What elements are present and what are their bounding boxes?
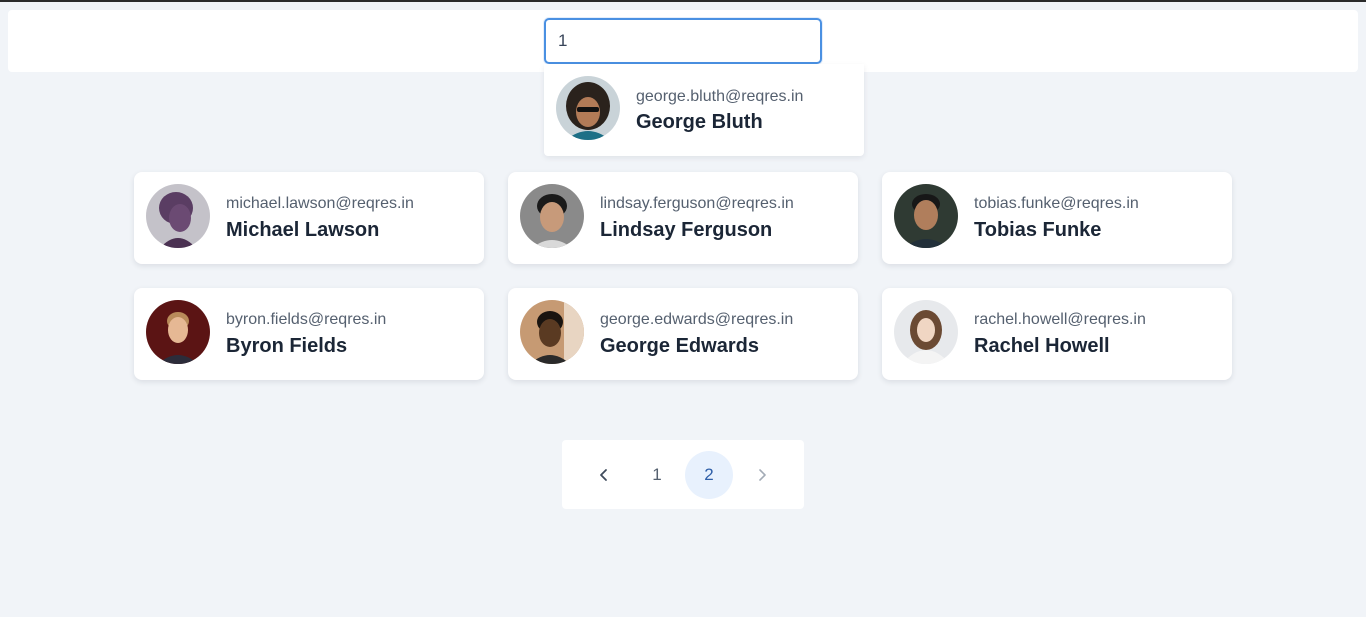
user-card[interactable]: george.edwards@reqres.in George Edwards — [508, 288, 858, 380]
user-email: lindsay.ferguson@reqres.in — [600, 195, 794, 212]
user-email: tobias.funke@reqres.in — [974, 195, 1139, 212]
prev-page-button[interactable] — [580, 451, 628, 499]
avatar — [146, 300, 210, 364]
pagination: 1 2 — [562, 440, 804, 509]
suggestion-email: george.bluth@reqres.in — [636, 88, 804, 105]
user-name: George Edwards — [600, 335, 759, 357]
avatar — [894, 184, 958, 248]
user-card[interactable]: byron.fields@reqres.in Byron Fields — [134, 288, 484, 380]
search-suggestion-item[interactable]: george.bluth@reqres.in George Bluth — [544, 64, 864, 156]
chevron-left-icon — [600, 469, 607, 481]
user-card[interactable]: rachel.howell@reqres.in Rachel Howell — [882, 288, 1232, 380]
user-name: Tobias Funke — [974, 219, 1102, 241]
page-button-1[interactable]: 1 — [633, 451, 681, 499]
window-top-border — [0, 0, 1366, 2]
user-name: Michael Lawson — [226, 219, 380, 241]
suggestion-name: George Bluth — [636, 111, 763, 133]
user-card[interactable]: lindsay.ferguson@reqres.in Lindsay Fergu… — [508, 172, 858, 264]
avatar — [146, 184, 210, 248]
avatar — [556, 76, 620, 140]
page-button-2[interactable]: 2 — [685, 451, 733, 499]
next-page-button[interactable] — [738, 451, 786, 499]
avatar — [520, 300, 584, 364]
search-input[interactable] — [544, 18, 822, 64]
user-email: michael.lawson@reqres.in — [226, 195, 414, 212]
user-email: george.edwards@reqres.in — [600, 311, 794, 328]
chevron-right-icon — [759, 469, 766, 481]
user-name: Rachel Howell — [974, 335, 1110, 357]
user-card[interactable]: michael.lawson@reqres.in Michael Lawson — [134, 172, 484, 264]
user-card[interactable]: tobias.funke@reqres.in Tobias Funke — [882, 172, 1232, 264]
avatar — [894, 300, 958, 364]
user-name: Lindsay Ferguson — [600, 219, 773, 241]
user-email: byron.fields@reqres.in — [226, 311, 387, 328]
avatar — [520, 184, 584, 248]
user-email: rachel.howell@reqres.in — [974, 311, 1146, 328]
user-name: Byron Fields — [226, 335, 348, 357]
